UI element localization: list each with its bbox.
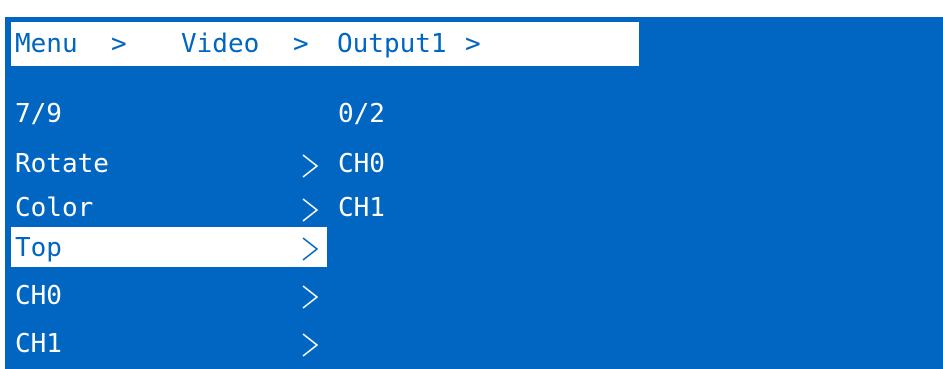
chevron-right-icon: [300, 332, 320, 358]
breadcrumb-item-video[interactable]: Video: [181, 26, 259, 62]
submenu-item-ch1[interactable]: CH1: [338, 190, 385, 226]
menu-item-label: Color: [15, 193, 94, 223]
breadcrumb-separator-3: >: [465, 29, 481, 59]
breadcrumb-separator-2: >: [293, 29, 309, 59]
menu-item-label: Top: [15, 233, 62, 263]
right-position-counter: 0/2: [338, 99, 385, 129]
menu-item-label: CH0: [15, 281, 62, 311]
menu-item-label: CH1: [15, 329, 62, 359]
chevron-right-icon: [300, 236, 320, 262]
menu-panel: [5, 17, 943, 369]
chevron-right-icon: [300, 197, 320, 223]
menu-item-label: Rotate: [15, 149, 109, 179]
chevron-right-icon: [300, 284, 320, 310]
breadcrumb: Menu > Video > Output1 >: [11, 22, 639, 66]
submenu-item-ch0[interactable]: CH0: [338, 146, 385, 182]
left-position-counter: 7/9: [15, 99, 62, 129]
breadcrumb-item-menu[interactable]: Menu: [15, 26, 78, 62]
breadcrumb-separator-1: >: [111, 29, 127, 59]
breadcrumb-item-output1[interactable]: Output1: [337, 26, 447, 62]
device-menu-screen: Menu > Video > Output1 > 7/9 0/2 Rotate …: [0, 0, 943, 369]
chevron-right-icon: [300, 153, 320, 179]
